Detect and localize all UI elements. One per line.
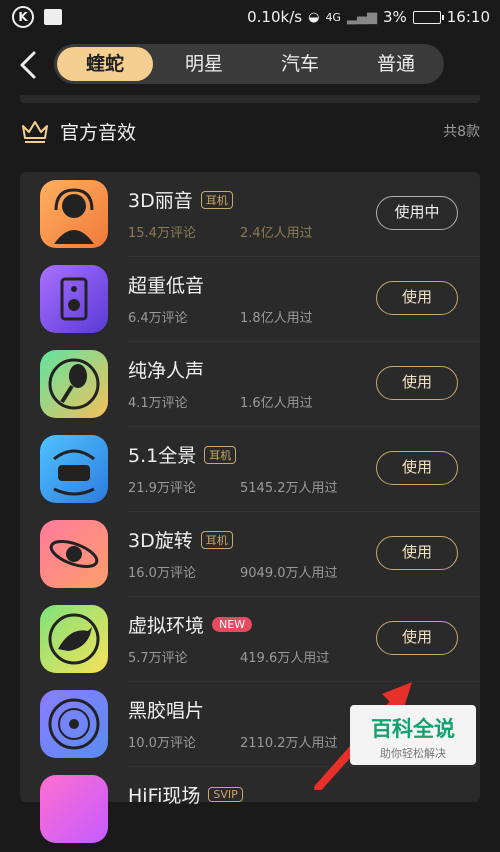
headphone-badge: 耳机 xyxy=(204,445,237,464)
effect-users: 5145.2万人用过 xyxy=(240,481,338,496)
effect-name: HiFi现场 SVIP xyxy=(128,781,243,808)
effect-reviews: 4.1万评论 xyxy=(128,396,188,411)
effect-row-pure-vocal[interactable]: 纯净人声 4.1万评论 1.6亿人用过 使用 xyxy=(20,342,480,427)
effect-row-5-1-surround[interactable]: 5.1全景 耳机 21.9万评论 5145.2万人用过 使用 xyxy=(20,427,480,512)
effect-row-3d-rotate[interactable]: 3D旋转 耳机 16.0万评论 9049.0万人用过 使用 xyxy=(20,512,480,597)
wifi-icon: ◒ xyxy=(308,9,320,25)
status-bar: K 0.10k/s ◒ 4G ▂▄▆ 3% 16:10 xyxy=(0,0,500,34)
signal-icon: ▂▄▆ xyxy=(346,9,377,25)
effect-reviews: 5.7万评论 xyxy=(128,651,188,666)
use-button[interactable]: 使用 xyxy=(376,281,458,315)
battery-percent: 3% xyxy=(382,8,407,26)
new-badge: NEW xyxy=(212,617,253,632)
headphone-badge: 耳机 xyxy=(200,190,233,209)
network-speed: 0.10k/s xyxy=(247,8,303,26)
effect-row-3d-li[interactable]: 3D丽音 耳机 15.4万评论 2.4亿人用过 使用中 xyxy=(20,172,480,257)
watermark-subtitle: 助你轻松解决 xyxy=(380,747,446,760)
clock: 16:10 xyxy=(446,8,490,26)
effect-row-super-bass[interactable]: 超重低音 6.4万评论 1.8亿人用过 使用 xyxy=(20,257,480,342)
effect-name: 3D旋转 耳机 xyxy=(128,526,233,553)
use-button[interactable]: 使用 xyxy=(376,451,458,485)
tab-viper[interactable]: 蝰蛇 xyxy=(57,47,153,81)
effect-reviews: 6.4万评论 xyxy=(128,311,188,326)
effect-name: 3D丽音 耳机 xyxy=(128,186,233,213)
atom-orbit-icon xyxy=(40,520,108,588)
app-k-icon: K xyxy=(12,6,34,28)
speaker-icon xyxy=(40,265,108,333)
svip-badge: SVIP xyxy=(208,787,243,802)
effect-users: 1.8亿人用过 xyxy=(240,311,313,326)
top-bar: 蝰蛇 明星 汽车 普通 xyxy=(0,40,500,90)
effect-name: 纯净人声 xyxy=(128,360,205,382)
effect-name: 超重低音 xyxy=(128,275,205,297)
tab-star[interactable]: 明星 xyxy=(156,44,252,84)
watermark: 百科全说 助你轻松解决 xyxy=(350,705,476,765)
effect-reviews: 10.0万评论 xyxy=(128,736,196,751)
sofa-surround-icon xyxy=(40,435,108,503)
watermark-title: 百科全说 xyxy=(371,717,455,741)
tab-normal[interactable]: 普通 xyxy=(348,44,444,84)
vinyl-record-icon xyxy=(40,690,108,758)
battery-icon xyxy=(412,10,444,24)
image-notification-icon xyxy=(44,9,62,25)
microphone-icon xyxy=(40,350,108,418)
category-tabs: 蝰蛇 明星 汽车 普通 xyxy=(54,44,444,84)
effect-name: 5.1全景 耳机 xyxy=(128,441,237,468)
back-arrow-icon[interactable] xyxy=(14,48,42,82)
section-header: 官方音效 共8款 xyxy=(20,114,480,148)
effect-reviews: 15.4万评论 xyxy=(128,226,196,241)
tab-car[interactable]: 汽车 xyxy=(252,44,348,84)
effect-reviews: 21.9万评论 xyxy=(128,481,196,496)
banner-strip xyxy=(20,95,480,103)
use-button[interactable]: 使用 xyxy=(376,366,458,400)
effect-reviews: 16.0万评论 xyxy=(128,566,196,581)
effect-row-virtual-env[interactable]: 虚拟环境 NEW 5.7万评论 419.6万人用过 使用 xyxy=(20,597,480,682)
effect-name: 黑胶唱片 xyxy=(128,700,205,722)
in-use-button[interactable]: 使用中 xyxy=(376,196,458,230)
headphone-person-icon xyxy=(40,180,108,248)
section-title: 官方音效 xyxy=(60,121,137,144)
effect-users: 2.4亿人用过 xyxy=(240,226,313,241)
section-count: 共8款 xyxy=(443,124,480,140)
effect-users: 1.6亿人用过 xyxy=(240,396,313,411)
headphone-badge: 耳机 xyxy=(200,530,233,549)
effect-name: 虚拟环境 NEW xyxy=(128,611,253,638)
hifi-icon xyxy=(40,775,108,843)
effect-users: 419.6万人用过 xyxy=(240,651,330,666)
use-button[interactable]: 使用 xyxy=(376,621,458,655)
network-type: 4G xyxy=(325,10,341,24)
bird-icon xyxy=(40,605,108,673)
use-button[interactable]: 使用 xyxy=(376,536,458,570)
crown-icon xyxy=(22,121,48,143)
effect-users: 9049.0万人用过 xyxy=(240,566,338,581)
